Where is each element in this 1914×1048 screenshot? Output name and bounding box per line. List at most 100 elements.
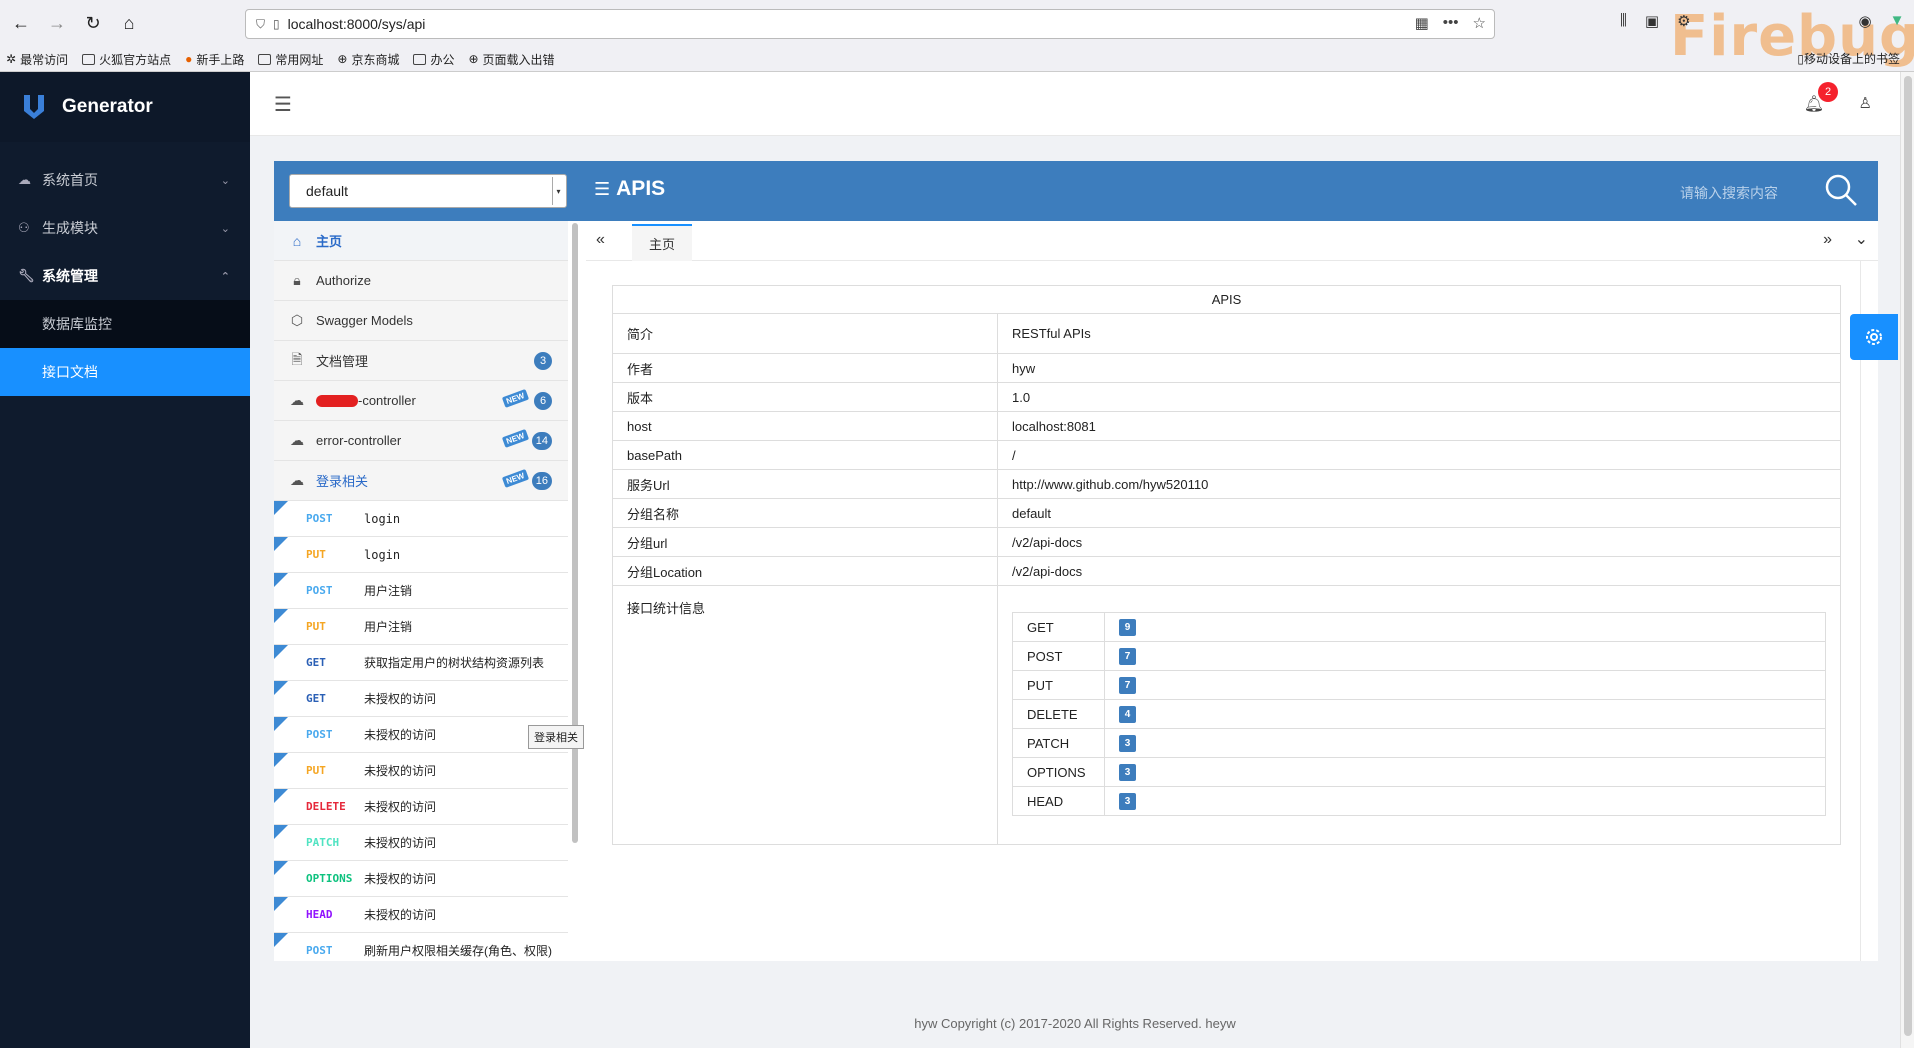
- tab-prev-icon[interactable]: «: [596, 231, 605, 249]
- vue-devtools-icon[interactable]: ▼: [1890, 12, 1905, 30]
- sidebar-item-api-docs[interactable]: 接口文档: [0, 348, 250, 396]
- page-scrollbar[interactable]: [1900, 72, 1914, 1048]
- stats-count-cell: 4: [1104, 699, 1826, 729]
- api-item[interactable]: GET 未授权的访问: [274, 681, 568, 717]
- http-method: PUT: [306, 764, 326, 777]
- info-row: 作者 hyw: [612, 353, 1841, 383]
- http-method: GET: [306, 656, 326, 669]
- account-icon[interactable]: ◉: [1859, 12, 1872, 30]
- api-summary: 未授权的访问: [364, 764, 437, 778]
- bookmark-item[interactable]: ⊕ 页面载入出错: [468, 51, 554, 68]
- sidebar: Generator ☁ 系统首页 ⌄ ⚇ 生成模块 ⌄ 🔧︎ 系统管理 ⌃ 数据…: [0, 72, 250, 1048]
- reload-icon[interactable]: ↻: [78, 8, 108, 38]
- extension-icon[interactable]: ⚙: [1677, 12, 1690, 30]
- bookmark-item[interactable]: 办公: [413, 51, 454, 68]
- api-item[interactable]: HEAD 未授权的访问: [274, 897, 568, 933]
- info-caption: APIS: [612, 285, 1841, 314]
- stats-count: 9: [1119, 619, 1136, 636]
- chevron-double-down-icon[interactable]: ⌄: [1855, 229, 1868, 249]
- http-method: POST: [306, 584, 333, 597]
- nav-login-group[interactable]: ☁ 登录相关 NEW 16: [274, 461, 568, 501]
- bookmark-item[interactable]: ⊕ 京东商城: [337, 51, 399, 68]
- sidebar-item-system[interactable]: 🔧︎ 系统管理 ⌃: [0, 252, 250, 300]
- info-row: 分组名称 default: [612, 498, 1841, 528]
- select-arrow-icon: ▾: [552, 177, 564, 205]
- shield-icon[interactable]: ⛉: [256, 17, 265, 32]
- info-key: 接口统计信息: [612, 585, 998, 845]
- bookmark-star-icon[interactable]: ☆: [1473, 14, 1486, 32]
- mobile-bookmarks[interactable]: ▯移动设备上的书签: [1797, 50, 1900, 67]
- api-summary: login: [364, 547, 401, 562]
- bookmark-item[interactable]: ● 新手上路: [185, 51, 244, 68]
- group-select[interactable]: default ▾: [289, 174, 567, 208]
- stats-count-cell: 7: [1104, 641, 1826, 671]
- page-actions-icon[interactable]: •••: [1443, 14, 1459, 32]
- api-item[interactable]: POST 用户注销: [274, 573, 568, 609]
- nav-doc-management[interactable]: 🗎︎ 文档管理 3: [274, 341, 568, 381]
- chevron-up-icon: ⌃: [220, 270, 230, 283]
- http-method: PUT: [306, 620, 326, 633]
- brand[interactable]: Generator: [0, 72, 250, 142]
- back-icon[interactable]: ←: [6, 8, 36, 38]
- api-item[interactable]: OPTIONS 未授权的访问: [274, 861, 568, 897]
- nav-home[interactable]: ⌂ 主页: [274, 221, 568, 261]
- url-text[interactable]: localhost:8000/sys/api: [288, 16, 426, 32]
- sidebar-item-home[interactable]: ☁ 系统首页 ⌄: [0, 156, 250, 204]
- stats-method: OPTIONS: [1012, 757, 1105, 787]
- stats-table: GET 9 POST 7 PUT 7 DELETE 4 PATCH 3 OPTIONS 3 HEAD 3: [1012, 612, 1826, 816]
- api-item[interactable]: GET 获取指定用户的树状结构资源列表: [274, 645, 568, 681]
- stats-count: 4: [1119, 706, 1136, 723]
- bookmark-item[interactable]: 火狐官方站点: [82, 51, 171, 68]
- nav-controller[interactable]: ☁ -controller NEW 6: [274, 381, 568, 421]
- api-item[interactable]: POST login: [274, 501, 568, 537]
- gear-icon: ✲: [6, 52, 17, 66]
- api-summary: 未授权的访问: [364, 728, 437, 742]
- sidebar-submenu: 数据库监控 接口文档: [0, 300, 250, 396]
- sidebar-item-db-monitor[interactable]: 数据库监控: [0, 300, 250, 348]
- bookmark-item[interactable]: ✲ 最常访问: [6, 51, 68, 68]
- info-key: 版本: [612, 382, 998, 412]
- qr-code-icon[interactable]: ▦: [1415, 14, 1429, 32]
- info-value: default: [997, 498, 1841, 528]
- http-method: POST: [306, 944, 333, 957]
- api-item[interactable]: PUT login: [274, 537, 568, 573]
- tab-next-icon[interactable]: »: [1823, 231, 1832, 249]
- count-badge: 6: [534, 392, 552, 410]
- nav-authorize[interactable]: 🔒︎ Authorize: [274, 261, 568, 301]
- home-icon[interactable]: ⌂: [114, 8, 144, 38]
- scroll-thumb[interactable]: [1904, 76, 1912, 1036]
- api-item[interactable]: PUT 用户注销: [274, 609, 568, 645]
- api-header-bar: default ▾ ☰ APIS 请输入搜索内容: [274, 161, 1878, 221]
- api-item[interactable]: PUT 未授权的访问: [274, 753, 568, 789]
- collapse-menu-icon[interactable]: ☰: [274, 92, 294, 116]
- stats-row: GET 9: [1012, 612, 1826, 642]
- api-item[interactable]: DELETE 未授权的访问: [274, 789, 568, 825]
- nav-error-controller[interactable]: ☁ error-controller NEW 14: [274, 421, 568, 461]
- api-item[interactable]: POST 刷新用户权限相关缓存(角色、权限): [274, 933, 568, 961]
- api-summary: 获取指定用户的树状结构资源列表: [364, 656, 545, 670]
- count-badge: 14: [531, 432, 552, 450]
- chevron-down-icon: ⌄: [220, 174, 230, 187]
- api-item[interactable]: POST 未授权的访问: [274, 717, 568, 753]
- sidebar-item-generate[interactable]: ⚇ 生成模块 ⌄: [0, 204, 250, 252]
- nav-scrollbar[interactable]: [572, 223, 578, 843]
- tab-home[interactable]: 主页: [632, 224, 692, 261]
- content-scrollbar[interactable]: [1860, 261, 1878, 961]
- api-item[interactable]: PATCH 未授权的访问: [274, 825, 568, 861]
- info-key: 分组url: [612, 527, 998, 557]
- info-value: 1.0: [997, 382, 1841, 412]
- settings-gear-button[interactable]: [1850, 314, 1898, 360]
- api-summary: 未授权的访问: [364, 692, 437, 706]
- sidebar-icon[interactable]: ▣: [1645, 12, 1659, 30]
- stats-cell: GET 9 POST 7 PUT 7 DELETE 4 PATCH 3 OPTIONS 3 HEAD 3: [997, 585, 1841, 845]
- search-input[interactable]: 请输入搜索内容: [1680, 183, 1778, 203]
- library-icon[interactable]: ⫼: [1620, 12, 1627, 30]
- forward-icon[interactable]: →: [42, 8, 72, 38]
- user-icon[interactable]: ♙: [1859, 94, 1872, 112]
- globe-icon: ⊕: [337, 52, 348, 66]
- nav-swagger-models[interactable]: ⬡ Swagger Models: [274, 301, 568, 341]
- address-bar[interactable]: ⛉ ▯ localhost:8000/sys/api ▦ ••• ☆: [245, 9, 1495, 39]
- bookmark-item[interactable]: 常用网址: [258, 51, 323, 68]
- search-icon[interactable]: [1824, 173, 1858, 207]
- cube-icon: ⬡: [290, 312, 304, 328]
